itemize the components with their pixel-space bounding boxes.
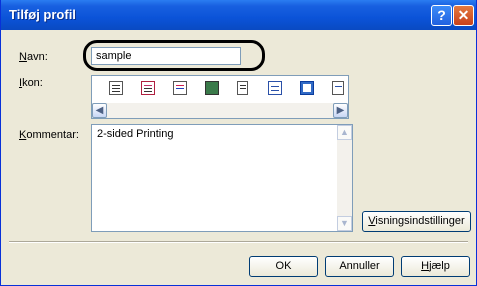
- comment-textarea[interactable]: 2-sided Printing ▲ ▼: [91, 124, 353, 232]
- xps-document-icon[interactable]: [173, 81, 187, 95]
- comment-label: Kommentar:: [19, 129, 79, 141]
- icon-list[interactable]: ◀ ▶: [91, 75, 349, 119]
- question-mark-icon: ?: [437, 7, 446, 23]
- close-button[interactable]: ✕: [453, 5, 474, 26]
- help-title-button[interactable]: ?: [431, 5, 452, 26]
- scroll-down-icon[interactable]: ▼: [337, 216, 352, 231]
- cancel-button[interactable]: Annuller: [325, 256, 394, 277]
- icon-list-scrollbar[interactable]: ◀ ▶: [92, 103, 348, 118]
- separator: [9, 241, 468, 243]
- icon-label: Ikon:: [19, 77, 43, 89]
- scroll-up-icon[interactable]: ▲: [337, 125, 352, 140]
- colored-document-icon[interactable]: [141, 81, 155, 95]
- two-page-icon[interactable]: [268, 81, 282, 95]
- scroll-right-icon[interactable]: ▶: [333, 103, 348, 118]
- window-title: Tilføj profil: [9, 7, 76, 22]
- document-icon[interactable]: [109, 81, 123, 95]
- comment-scrollbar[interactable]: ▲ ▼: [337, 125, 352, 231]
- help-button[interactable]: Hjælp: [401, 256, 470, 277]
- title-bar[interactable]: Tilføj profil ? ✕: [1, 0, 476, 30]
- add-profile-dialog: Tilføj profil ? ✕ Navn: sample Ikon: ◀ ▶…: [0, 0, 477, 286]
- ok-button[interactable]: OK: [249, 256, 318, 277]
- booklet-icon[interactable]: [300, 81, 314, 95]
- close-icon: ✕: [457, 7, 470, 23]
- scroll-left-icon[interactable]: ◀: [92, 103, 107, 118]
- name-label: Navn:: [19, 51, 48, 63]
- name-field[interactable]: sample: [91, 47, 241, 65]
- portrait-document-icon[interactable]: [237, 81, 248, 95]
- photo-icon[interactable]: [205, 81, 219, 95]
- view-settings-button[interactable]: Visningsindstillinger: [362, 211, 471, 232]
- a4-paper-icon[interactable]: [332, 81, 344, 95]
